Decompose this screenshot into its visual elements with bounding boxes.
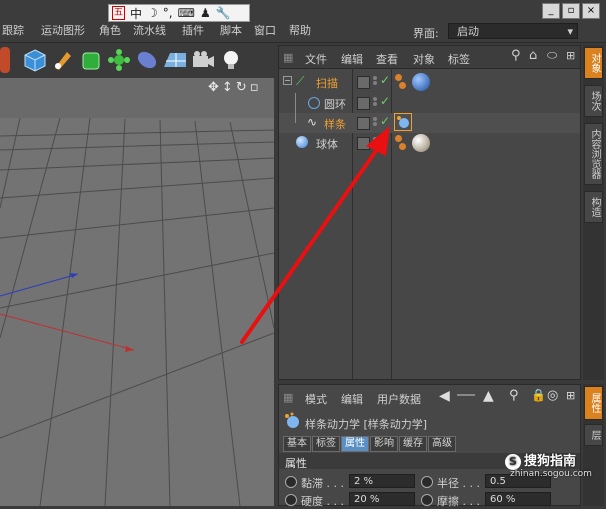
attribute-manager: ▦ 模式 编辑 用户数据 ◀ ▲ ⚲ 🔒 ◎ ⊞ 样条动力学 [样条动力学] 基… xyxy=(278,384,581,508)
friction-label: 摩擦 . . . xyxy=(437,495,480,508)
search-icon[interactable]: ⚲ xyxy=(509,388,519,403)
watermark-brand: S 搜狗指南 xyxy=(505,450,576,470)
watermark-text: 搜狗指南 xyxy=(524,454,577,469)
right-tab-strip-2: 属性 层 xyxy=(583,384,604,506)
arrow-up-icon[interactable]: ▲ xyxy=(483,388,494,404)
am-menu-mode[interactable]: 模式 xyxy=(305,391,327,407)
am-title: 样条动力学 [样条动力学] xyxy=(305,418,428,431)
friction-field[interactable]: 60 % xyxy=(485,492,551,506)
viscosity-field[interactable]: 2 % xyxy=(349,474,415,488)
target-icon[interactable]: ◎ xyxy=(547,388,558,403)
radius-label: 半径 . . . xyxy=(437,477,480,490)
am-menu-edit[interactable]: 编辑 xyxy=(341,391,363,407)
tab-cache[interactable]: 缓存 xyxy=(399,436,427,452)
sogou-logo-icon: S xyxy=(505,454,521,470)
stiffness-label: 硬度 . . . xyxy=(301,495,344,508)
radius-radio[interactable] xyxy=(421,476,433,488)
section-title: 属性 xyxy=(285,457,307,470)
lock-icon[interactable]: 🔒 xyxy=(531,388,546,402)
tab-basic[interactable]: 基本 xyxy=(283,436,311,452)
history-bar xyxy=(457,394,475,396)
tab-influence[interactable]: 影响 xyxy=(370,436,398,452)
tab-layers[interactable]: 层 xyxy=(584,424,603,446)
stiffness-radio[interactable] xyxy=(285,494,297,506)
friction-radio[interactable] xyxy=(421,494,433,506)
am-menu-userdata[interactable]: 用户数据 xyxy=(377,391,421,407)
viscosity-radio[interactable] xyxy=(285,476,297,488)
stiffness-field[interactable]: 20 % xyxy=(349,492,415,506)
new-window-icon[interactable]: ⊞ xyxy=(566,389,575,402)
arrow-left-icon[interactable]: ◀ xyxy=(439,388,450,404)
tab-tag[interactable]: 标签 xyxy=(312,436,340,452)
grip-icon: ▦ xyxy=(283,391,294,404)
watermark-url: zhinan.sogou.com xyxy=(510,469,592,479)
tab-attributes[interactable]: 属性 xyxy=(584,386,603,420)
spline-dynamics-icon xyxy=(285,412,299,428)
tab-properties[interactable]: 属性 xyxy=(341,436,369,452)
viscosity-label: 黏滞 . . . xyxy=(301,477,344,490)
tab-advanced[interactable]: 高级 xyxy=(428,436,456,452)
